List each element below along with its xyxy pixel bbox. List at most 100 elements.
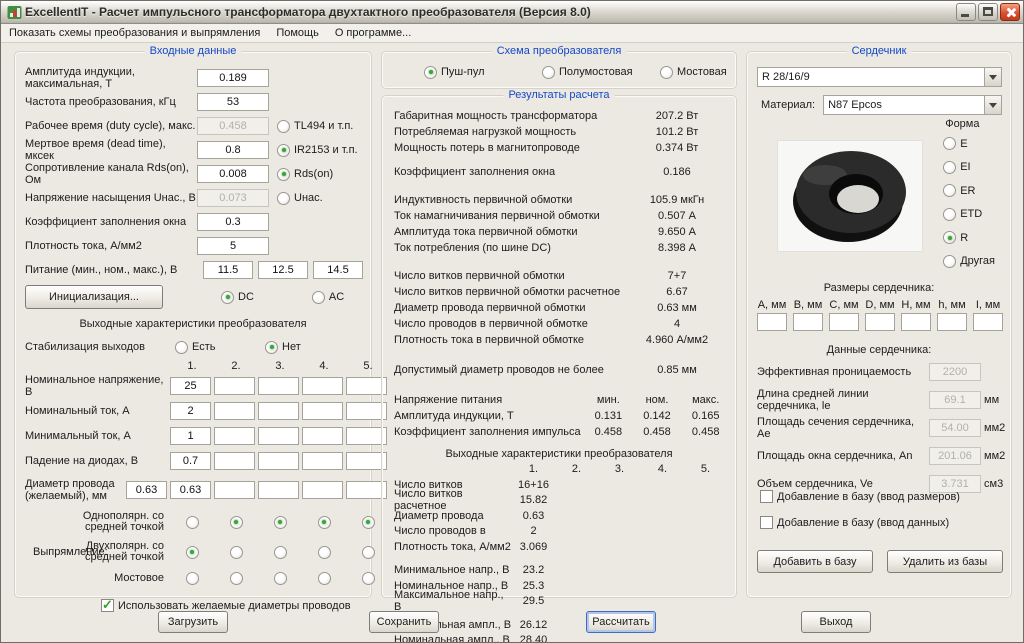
core-model-select[interactable]: R 28/16/9 — [757, 67, 1002, 87]
wire-diameter-1[interactable] — [170, 481, 211, 499]
wire-diameter-4[interactable] — [302, 481, 343, 499]
rds-on-input[interactable] — [197, 165, 269, 183]
nominal-voltage-4[interactable] — [302, 377, 343, 395]
unipolar-radio-4[interactable] — [318, 516, 331, 529]
bridge-radio-1[interactable] — [186, 572, 199, 585]
title-bar[interactable]: ExcellentIT - Расчет импульсного трансфо… — [1, 1, 1023, 24]
min-current-2[interactable] — [214, 427, 255, 445]
half-bridge-radio[interactable] — [542, 66, 555, 79]
dim-h2-input[interactable] — [937, 313, 967, 331]
shape-r-radio[interactable] — [943, 231, 956, 244]
wire-diameter-2[interactable] — [214, 481, 255, 499]
push-pull-radio[interactable] — [424, 66, 437, 79]
dim-c-input[interactable] — [829, 313, 859, 331]
stab-no-radio[interactable] — [265, 341, 278, 354]
shape-er-radio[interactable] — [943, 184, 956, 197]
min-current-4[interactable] — [302, 427, 343, 445]
material-select[interactable]: N87 Epcos — [823, 95, 1002, 115]
unipolar-radio-3[interactable] — [274, 516, 287, 529]
radio-label: Полумостовая — [559, 66, 633, 78]
dropdown-button[interactable] — [984, 68, 1001, 86]
bipolar-radio-1[interactable] — [186, 546, 199, 559]
minimize-button[interactable] — [956, 3, 976, 21]
stab-yes-radio[interactable] — [175, 341, 188, 354]
current-density-input[interactable] — [197, 237, 269, 255]
app-icon — [7, 5, 22, 20]
nominal-current-2[interactable] — [214, 402, 255, 420]
unipolar-radio-5[interactable] — [362, 516, 375, 529]
unipolar-radio-2[interactable] — [230, 516, 243, 529]
dim-d-input[interactable] — [865, 313, 895, 331]
result-row: Число проводов в2 — [382, 524, 736, 540]
diode-drop-4[interactable] — [302, 452, 343, 470]
tl494-radio[interactable] — [277, 120, 290, 133]
ac-radio[interactable] — [312, 291, 325, 304]
bridge-radio-4[interactable] — [318, 572, 331, 585]
nominal-voltage-3[interactable] — [258, 377, 299, 395]
field-label: Амплитуда индукции, максимальная, Т — [25, 66, 197, 90]
diode-drop-3[interactable] — [258, 452, 299, 470]
input-row: Напряжение насыщения Uнас., В Uнас. — [25, 186, 363, 210]
input-row: Амплитуда индукции, максимальная, Т — [25, 66, 363, 90]
ir2153-radio[interactable] — [277, 144, 290, 157]
close-button[interactable] — [1000, 3, 1020, 21]
rds-on-radio[interactable] — [277, 168, 290, 181]
bipolar-radio-2[interactable] — [230, 546, 243, 559]
bipolar-radio-4[interactable] — [318, 546, 331, 559]
frequency-input[interactable] — [197, 93, 269, 111]
maximize-button[interactable] — [978, 3, 998, 21]
nominal-voltage-2[interactable] — [214, 377, 255, 395]
save-button[interactable]: Сохранить — [369, 611, 439, 633]
bridge-scheme-radio[interactable] — [660, 66, 673, 79]
result-row: Допустимый диаметр проводов не более0.85… — [382, 362, 736, 378]
menu-help[interactable]: Помощь — [268, 25, 327, 41]
bridge-radio-2[interactable] — [230, 572, 243, 585]
supply-max-input[interactable] — [313, 261, 363, 279]
unas-radio[interactable] — [277, 192, 290, 205]
initialization-button[interactable]: Инициализация... — [25, 285, 163, 309]
dim-b-input[interactable] — [793, 313, 823, 331]
nominal-voltage-1[interactable] — [170, 377, 211, 395]
dead-time-input[interactable] — [197, 141, 269, 159]
nominal-current-4[interactable] — [302, 402, 343, 420]
field-label: Падение на диодах, В — [25, 455, 170, 467]
supply-min-input[interactable] — [203, 261, 253, 279]
shape-ei-radio[interactable] — [943, 161, 956, 174]
wire-diameter-3[interactable] — [258, 481, 299, 499]
bipolar-radio-3[interactable] — [274, 546, 287, 559]
shape-etd-radio[interactable] — [943, 208, 956, 221]
diode-drop-2[interactable] — [214, 452, 255, 470]
calculate-button[interactable]: Рассчитать — [586, 611, 656, 633]
dim-h-input[interactable] — [901, 313, 931, 331]
unipolar-radio-1[interactable] — [186, 516, 199, 529]
menu-show-schemes[interactable]: Показать схемы преобразования и выпрямле… — [1, 25, 268, 41]
diode-drop-1[interactable] — [170, 452, 211, 470]
nominal-current-3[interactable] — [258, 402, 299, 420]
induction-amplitude-input[interactable] — [197, 69, 269, 87]
min-current-1[interactable] — [170, 427, 211, 445]
min-current-3[interactable] — [258, 427, 299, 445]
supply-nom-input[interactable] — [258, 261, 308, 279]
scheme-panel-title: Схема преобразователя — [492, 45, 627, 57]
use-diameters-checkbox[interactable] — [101, 599, 114, 612]
add-sizes-checkbox[interactable] — [760, 490, 773, 503]
window-fill-factor-input[interactable] — [197, 213, 269, 231]
shape-other-radio[interactable] — [943, 255, 956, 268]
menu-about[interactable]: О программе... — [327, 25, 419, 41]
bridge-radio-5[interactable] — [362, 572, 375, 585]
exit-button[interactable]: Выход — [801, 611, 871, 633]
dc-radio[interactable] — [221, 291, 234, 304]
add-data-checkbox[interactable] — [760, 516, 773, 529]
dim-i-input[interactable] — [973, 313, 1003, 331]
dim-a-input[interactable] — [757, 313, 787, 331]
shape-e-radio[interactable] — [943, 137, 956, 150]
wire-diameter-0[interactable] — [126, 481, 167, 499]
delete-from-db-button[interactable]: Удалить из базы — [887, 550, 1003, 573]
nominal-current-1[interactable] — [170, 402, 211, 420]
rectification-row-bridge: Мостовое — [15, 567, 371, 589]
bridge-radio-3[interactable] — [274, 572, 287, 585]
bipolar-radio-5[interactable] — [362, 546, 375, 559]
dropdown-button[interactable] — [984, 96, 1001, 114]
load-button[interactable]: Загрузить — [158, 611, 228, 633]
add-to-db-button[interactable]: Добавить в базу — [757, 550, 873, 573]
